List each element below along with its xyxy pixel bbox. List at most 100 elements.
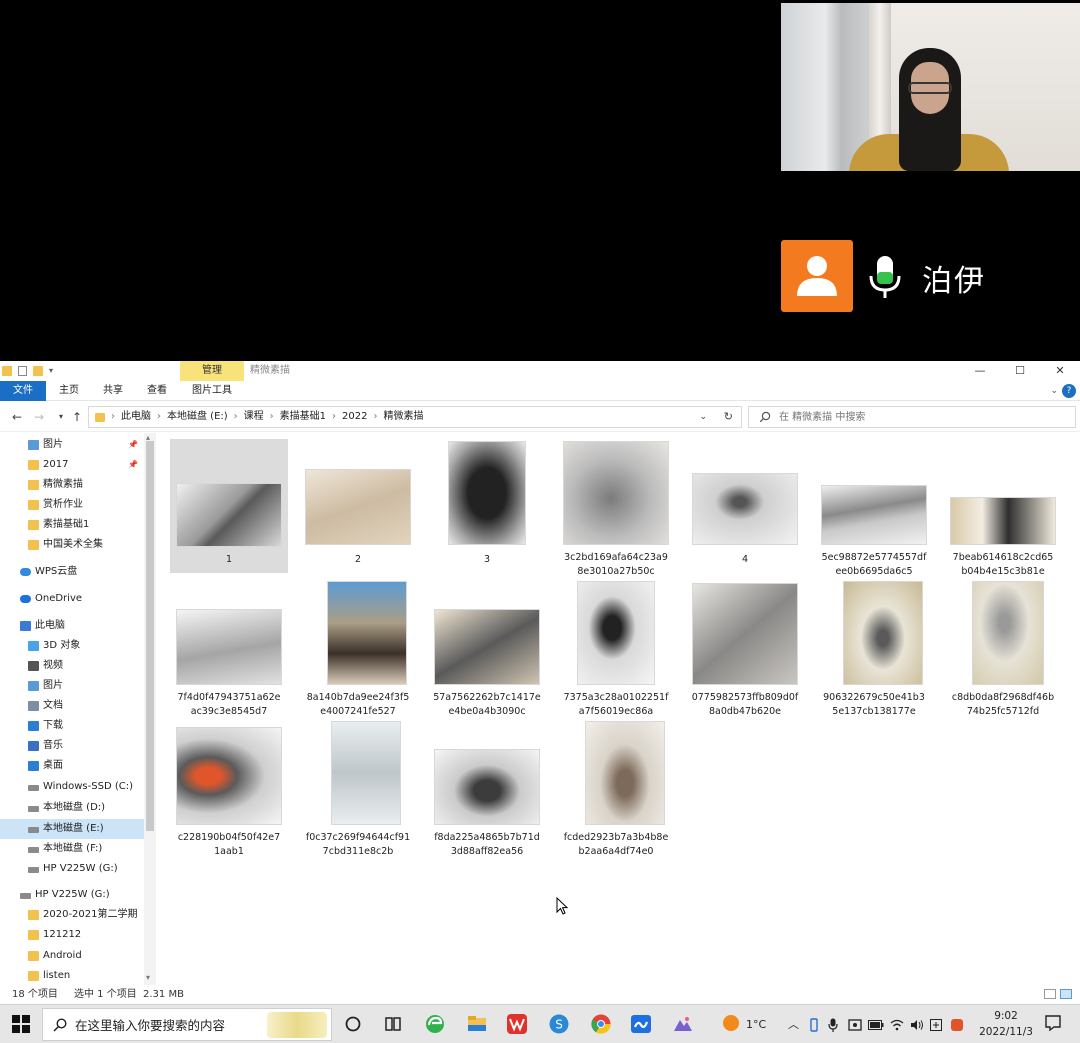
- sidebar-item-drive-d[interactable]: 本地磁盘 (D:): [0, 798, 144, 818]
- file-item[interactable]: 57a7562262b7c1417e e4be0a4b3090c: [428, 579, 546, 717]
- sidebar-item-drive-g-root[interactable]: HP V225W (G:): [0, 885, 144, 905]
- forward-arrow-icon[interactable]: →: [32, 409, 46, 425]
- microphone-icon[interactable]: [866, 254, 904, 300]
- sidebar-item-2020-2021[interactable]: 2020-2021第二学期: [0, 905, 144, 925]
- wifi-icon[interactable]: [890, 1005, 904, 1043]
- participant-video[interactable]: [781, 3, 1080, 171]
- file-item[interactable]: 906322679c50e41b3 5e137cb138177e: [815, 579, 933, 717]
- file-item[interactable]: 3c2bd169afa64c23a9 8e3010a27b50c: [557, 439, 675, 577]
- tab-picture-tools[interactable]: 图片工具: [186, 381, 238, 401]
- file-item[interactable]: 8a140b7da9ee24f3f5 e4007241fe527: [299, 579, 417, 717]
- system-clock[interactable]: 9:02 2022/11/3: [976, 1008, 1036, 1040]
- sidebar-scrollbar[interactable]: ▴ ▾: [144, 433, 156, 985]
- file-item[interactable]: 3: [428, 439, 546, 573]
- file-item[interactable]: 7375a3c28a0102251f a7f56019ec86a: [557, 579, 675, 717]
- battery-icon[interactable]: [868, 1005, 884, 1043]
- recent-locations-icon[interactable]: ▾: [54, 409, 68, 425]
- tab-home[interactable]: 主页: [52, 381, 86, 401]
- participant-avatar-icon[interactable]: [781, 240, 853, 312]
- tencent-meeting-icon[interactable]: [630, 1013, 652, 1035]
- breadcrumb-item[interactable]: 本地磁盘 (E:): [167, 407, 228, 427]
- sidebar-item-downloads[interactable]: 下载: [0, 716, 144, 736]
- file-item[interactable]: 4: [686, 439, 804, 573]
- file-explorer-icon[interactable]: [466, 1013, 488, 1035]
- new-folder-icon[interactable]: [33, 366, 43, 376]
- large-icons-view-icon[interactable]: [1060, 989, 1072, 999]
- file-item[interactable]: 5ec98872e5774557df ee0b6695da6c5: [815, 439, 933, 577]
- expand-ribbon-icon[interactable]: ⌄: [1050, 381, 1058, 401]
- tab-file[interactable]: 文件: [0, 381, 46, 401]
- address-dropdown-icon[interactable]: ⌄: [699, 407, 707, 427]
- close-button[interactable]: ✕: [1040, 361, 1080, 381]
- microphone-tray-icon[interactable]: [828, 1005, 838, 1043]
- qat-dropdown-icon[interactable]: ▾: [49, 366, 57, 376]
- weather-icon[interactable]: [722, 1014, 740, 1032]
- sidebar-item-jingwei-sumiao[interactable]: 精微素描: [0, 475, 144, 495]
- breadcrumb-item[interactable]: 此电脑: [121, 407, 151, 427]
- breadcrumb-item[interactable]: 素描基础1: [280, 407, 326, 427]
- windows-start-icon[interactable]: [12, 1015, 30, 1033]
- sidebar-item-videos[interactable]: 视频: [0, 656, 144, 676]
- edge-browser-icon[interactable]: [424, 1013, 446, 1035]
- show-hidden-icons-icon[interactable]: ︿: [788, 1005, 799, 1043]
- properties-icon[interactable]: [18, 366, 27, 376]
- back-arrow-icon[interactable]: ←: [10, 409, 24, 425]
- address-bar[interactable]: › 此电脑 › 本地磁盘 (E:) › 课程 › 素描基础1 › 2022 › …: [88, 406, 742, 428]
- pin-icon[interactable]: 📌: [128, 455, 138, 475]
- sidebar-item-pictures-pinned[interactable]: 图片 📌: [0, 435, 144, 455]
- tab-view[interactable]: 查看: [140, 381, 174, 401]
- scroll-down-icon[interactable]: ▾: [146, 973, 150, 982]
- file-item[interactable]: fcded2923b7a3b4b8e b2aa6a4df74e0: [557, 719, 675, 857]
- sidebar-item-shangxi-zuoye[interactable]: 赏析作业: [0, 495, 144, 515]
- file-item[interactable]: 7beab614618c2cd65 b04b4e15c3b81e: [944, 439, 1062, 577]
- sidebar-item-pictures[interactable]: 图片: [0, 676, 144, 696]
- sidebar-item-music[interactable]: 音乐: [0, 736, 144, 756]
- breadcrumb-item[interactable]: 精微素描: [384, 407, 424, 427]
- notification-app-icon[interactable]: [950, 1005, 964, 1043]
- refresh-icon[interactable]: ↻: [724, 407, 733, 427]
- weather-temperature[interactable]: 1°C: [746, 1005, 766, 1043]
- sidebar-item-drive-e[interactable]: 本地磁盘 (E:): [0, 819, 144, 839]
- file-item[interactable]: f8da225a4865b7b71d 3d88aff82ea56: [428, 719, 546, 857]
- sogou-icon[interactable]: S: [548, 1013, 570, 1035]
- minimize-button[interactable]: —: [960, 361, 1000, 381]
- sidebar-item-this-pc[interactable]: 此电脑: [0, 616, 144, 636]
- up-arrow-icon[interactable]: ↑: [70, 409, 84, 425]
- sidebar-item-zhongguo-meishu[interactable]: 中国美术全集: [0, 535, 144, 555]
- sidebar-item-documents[interactable]: 文档: [0, 696, 144, 716]
- task-view-icon[interactable]: [342, 1013, 364, 1035]
- details-view-icon[interactable]: [1044, 989, 1056, 999]
- file-item[interactable]: c228190b04f50f42e7 1aab1: [170, 719, 288, 857]
- sidebar-item-listen[interactable]: listen: [0, 966, 144, 985]
- file-item[interactable]: f0c37c269f94644cf91 7cbd311e8c2b: [299, 719, 417, 857]
- screen-capture-icon[interactable]: [848, 1005, 862, 1043]
- search-input[interactable]: [779, 409, 1069, 425]
- widgets-icon[interactable]: [382, 1013, 404, 1035]
- manage-context-tab[interactable]: 管理: [180, 361, 244, 381]
- maximize-button[interactable]: ☐: [1000, 361, 1040, 381]
- sidebar-item-2017[interactable]: 2017 📌: [0, 455, 144, 475]
- sidebar-item-3d-objects[interactable]: 3D 对象: [0, 636, 144, 656]
- sidebar-item-android[interactable]: Android: [0, 946, 144, 966]
- scrollbar-thumb[interactable]: [146, 441, 154, 831]
- scroll-up-icon[interactable]: ▴: [146, 433, 150, 442]
- sidebar-item-onedrive[interactable]: OneDrive: [0, 589, 144, 609]
- search-box[interactable]: [748, 406, 1076, 428]
- sidebar-item-sumiao-jichu1[interactable]: 素描基础1: [0, 515, 144, 535]
- sidebar-item-desktop[interactable]: 桌面: [0, 756, 144, 776]
- input-method-icon[interactable]: [930, 1005, 942, 1043]
- sidebar-item-drive-g[interactable]: HP V225W (G:): [0, 859, 144, 879]
- taskbar-search-box[interactable]: 在这里输入你要搜索的内容: [42, 1008, 332, 1041]
- volume-icon[interactable]: [910, 1005, 924, 1043]
- help-icon[interactable]: ?: [1062, 384, 1076, 398]
- notification-center-icon[interactable]: [1044, 1014, 1062, 1032]
- file-item[interactable]: c8db0da8f2968df46b 74b25fc5712fd: [944, 579, 1062, 717]
- file-item[interactable]: 0775982573ffb809d0f 8a0db47b620e: [686, 579, 804, 717]
- breadcrumb-item[interactable]: 课程: [244, 407, 264, 427]
- sidebar-item-drive-f[interactable]: 本地磁盘 (F:): [0, 839, 144, 859]
- chrome-icon[interactable]: [590, 1013, 612, 1035]
- tab-share[interactable]: 共享: [96, 381, 130, 401]
- breadcrumb-item[interactable]: 2022: [342, 407, 367, 427]
- usb-icon[interactable]: [808, 1005, 820, 1043]
- photos-app-icon[interactable]: [672, 1013, 694, 1035]
